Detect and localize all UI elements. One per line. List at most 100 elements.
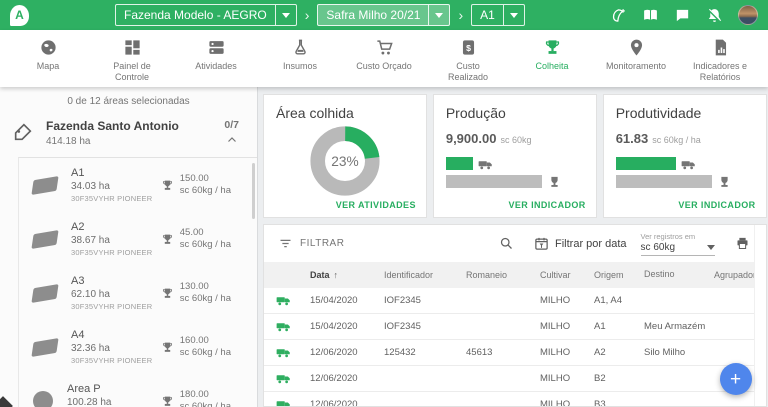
nav-item-custo-orcado[interactable]: Custo Orçado xyxy=(351,38,417,87)
cell-origem: A2 xyxy=(594,347,644,358)
top-bar: A Fazenda Modelo - AEGRO › Safra Milho 2… xyxy=(0,0,768,30)
cell-origem: B3 xyxy=(594,399,644,407)
column-header-identificador[interactable]: Identificador xyxy=(384,270,466,280)
nav-item-label: Colheita xyxy=(535,61,568,72)
area-goal: 150.00sc 60kg / ha xyxy=(161,173,231,198)
area-goal: 180.00sc 60kg / ha xyxy=(161,389,231,407)
truck-icon xyxy=(276,373,310,385)
nav-item-colheita[interactable]: Colheita xyxy=(519,38,585,87)
area-name: A4 xyxy=(71,329,161,341)
column-header-cultivar[interactable]: Cultivar xyxy=(540,270,594,280)
cell-data: 12/06/2020 xyxy=(310,399,384,407)
nav-item-indicadores-e-relatorios[interactable]: Indicadores e Relatórios xyxy=(687,38,753,87)
cell-cultivar: MILHO xyxy=(540,373,594,384)
area-item-a4[interactable]: A432.36 ha30F35VYHR PIONEER160.00sc 60kg… xyxy=(19,320,257,374)
nav-item-mapa[interactable]: Mapa xyxy=(15,38,81,87)
cell-identificador: IOF2345 xyxy=(384,321,466,332)
table-scrollbar[interactable] xyxy=(754,225,766,406)
cell-data: 15/04/2020 xyxy=(310,295,384,306)
farm-area: 414.18 ha xyxy=(46,136,224,147)
nav-item-atividades[interactable]: Atividades xyxy=(183,38,249,87)
nav-item-monitoramento[interactable]: Monitoramento xyxy=(603,38,669,87)
nav-item-insumos[interactable]: Insumos xyxy=(267,38,333,87)
trophy-icon xyxy=(161,395,174,407)
field-selector-value: A1 xyxy=(472,8,503,22)
nav-item-painel-de-controle[interactable]: Painel de Controle xyxy=(99,38,165,87)
area-cultivar: 30F35VYHR PIONEER xyxy=(71,302,161,311)
truck-icon xyxy=(276,295,310,307)
field-selector-caret[interactable] xyxy=(503,5,524,25)
filter-icon xyxy=(278,236,293,251)
area-item-a2[interactable]: A238.67 ha30F35VYHR PIONEER45.00sc 60kg … xyxy=(19,212,257,266)
farm-header[interactable]: Fazenda Santo Antonio 414.18 ha 0/7 xyxy=(0,115,257,157)
table-row[interactable]: 12/06/2020MILHOB2 xyxy=(264,366,766,392)
svg-text:$: $ xyxy=(466,43,471,53)
aegro-plus-icon[interactable] xyxy=(610,7,627,24)
production-progress-chart xyxy=(446,156,584,188)
cell-cultivar: MILHO xyxy=(540,347,594,358)
season-selector-caret[interactable] xyxy=(428,5,449,25)
date-filter-button[interactable]: Filtrar por data xyxy=(534,236,627,251)
nav-item-label: Atividades xyxy=(195,61,237,72)
chevron-up-icon[interactable] xyxy=(226,133,238,145)
search-icon[interactable] xyxy=(499,236,514,251)
farm-selector[interactable]: Fazenda Modelo - AEGRO xyxy=(115,4,297,26)
cell-identificador: IOF2345 xyxy=(384,295,466,306)
column-header-destino[interactable]: Destino xyxy=(644,269,714,280)
field-shape-icon xyxy=(31,230,58,249)
nav-item-label: Mapa xyxy=(37,61,60,72)
ver-atividades-link[interactable]: VER ATIVIDADES xyxy=(336,200,416,210)
calendar-icon xyxy=(534,236,549,251)
area-goal: 45.00sc 60kg / ha xyxy=(161,227,231,252)
table-row[interactable]: 12/06/202012543245613MILHOA2Silo Milho xyxy=(264,340,766,366)
ver-indicador-link[interactable]: VER INDICADOR xyxy=(508,200,585,210)
notifications-off-icon[interactable] xyxy=(706,7,723,24)
field-selector[interactable]: A1 xyxy=(471,4,525,26)
area-name: A1 xyxy=(71,167,161,179)
sidebar-scrollbar[interactable] xyxy=(252,163,255,219)
nav-item-label: Custo Orçado xyxy=(356,61,412,72)
ver-indicador-link[interactable]: VER INDICADOR xyxy=(678,200,755,210)
cell-data: 12/06/2020 xyxy=(310,373,384,384)
cell-destino: Silo Milho xyxy=(644,347,714,359)
column-header-romaneio[interactable]: Romaneio xyxy=(466,270,540,280)
table-row[interactable]: 15/04/2020IOF2345MILHOA1, A4 xyxy=(264,288,766,314)
area-item-a3[interactable]: A362.10 ha30F35VYHR PIONEER130.00sc 60kg… xyxy=(19,266,257,320)
area-item-area-p[interactable]: Area P100.28 haDEKALB 345 PRO3180.00sc 6… xyxy=(19,374,257,407)
area-name: Area P xyxy=(67,383,161,395)
table-header-row: Data↑IdentificadorRomaneioCultivarOrigem… xyxy=(264,262,766,288)
unit-select[interactable]: Ver registros em sc 60kg xyxy=(641,232,715,256)
cell-data: 15/04/2020 xyxy=(310,321,384,332)
filter-button[interactable]: FILTRAR xyxy=(278,236,344,251)
nav-item-label: Monitoramento xyxy=(606,61,666,72)
table-row[interactable]: 12/06/2020MILHOB3 xyxy=(264,392,766,407)
card-title: Produção xyxy=(446,105,584,121)
nav-item-custo-realizado[interactable]: $Custo Realizado xyxy=(435,38,501,87)
flask-icon xyxy=(291,38,310,57)
chat-icon[interactable] xyxy=(674,7,691,24)
trophy-icon xyxy=(161,233,174,246)
area-item-a1[interactable]: A134.03 ha30F35VYHR PIONEER150.00sc 60kg… xyxy=(19,158,257,212)
column-header-origem[interactable]: Origem xyxy=(594,270,644,280)
harvested-area-donut-chart: 23% xyxy=(309,125,381,197)
areas-sidebar: 0 de 12 áreas selecionadas Fazenda Santo… xyxy=(0,87,258,407)
season-selector[interactable]: Safra Milho 20/21 xyxy=(317,4,450,26)
add-record-fab[interactable]: + xyxy=(720,363,752,395)
user-avatar[interactable] xyxy=(738,5,758,25)
farm-selector-caret[interactable] xyxy=(275,5,296,25)
field-shape-icon xyxy=(31,176,58,195)
print-button[interactable] xyxy=(735,236,750,251)
area-cultivar: 30F35VYHR PIONEER xyxy=(71,248,161,257)
dashboard-icon xyxy=(123,38,142,57)
area-hectares: 100.28 ha xyxy=(67,397,161,407)
sort-asc-icon[interactable]: ↑ xyxy=(334,270,339,280)
trophy-icon xyxy=(161,287,174,300)
area-goal-value: 130.00sc 60kg / ha xyxy=(180,281,231,306)
harvest-records-table: FILTRAR Filtrar por data Ver registros e… xyxy=(263,224,767,407)
book-icon[interactable] xyxy=(642,7,659,24)
column-header-data[interactable]: Data↑ xyxy=(310,270,384,280)
truck-icon xyxy=(276,347,310,359)
table-row[interactable]: 15/04/2020IOF2345MILHOA1Meu Armazém xyxy=(264,314,766,340)
season-selector-value: Safra Milho 20/21 xyxy=(318,8,428,22)
card-title: Produtividade xyxy=(616,105,754,121)
